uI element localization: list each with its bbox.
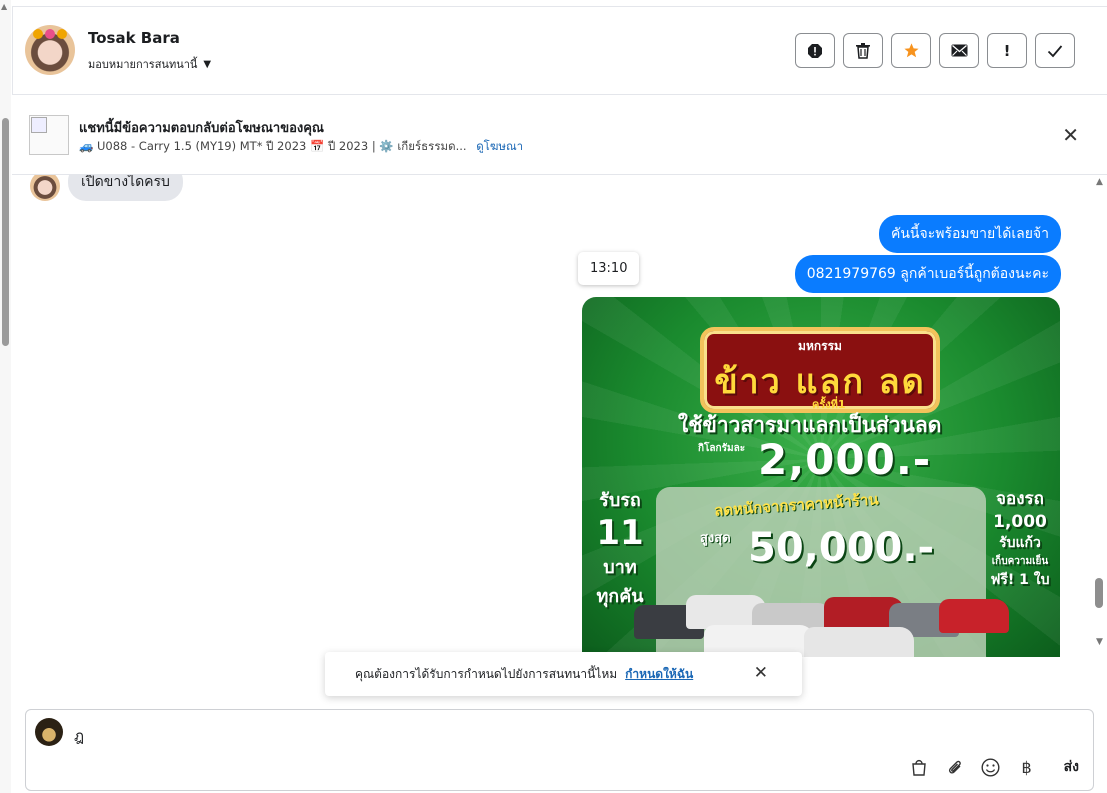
scroll-down-icon[interactable]: ▼ [1096,637,1103,647]
inbox-conversation-view: ▲ Tosak Bara มอบหมายการสนทนานี้ ▼ ! แชทน… [0,0,1107,793]
promo-image[interactable]: มหกรรม ข้าว แลก ลด ครั้งที่1 ใช้ข้าวสารม… [582,297,1060,657]
caret-down-icon: ▼ [203,58,212,70]
envelope-icon [951,44,967,57]
avatar [35,718,63,746]
thread-scrollbar[interactable]: ▲ ▼ [1093,175,1107,655]
outgoing-bubble[interactable]: 0821979769 ลูกค้าเบอร์นี้ถูกต้องนะคะ [794,255,1061,293]
message-composer: ฿ ส่ง [25,709,1094,791]
promo-left-text: รับรถ 11 บาท ทุกคัน [590,485,650,610]
promo-price-1: 2,000.- [758,435,932,484]
banner-title: แชทนี้มีข้อความตอบกลับต่อโฆษณาของคุณ [79,121,324,136]
conversation-header: Tosak Bara มอบหมายการสนทนานี้ ▼ ! [12,6,1107,95]
incoming-bubble[interactable]: เปิดขางไดครบ [68,175,183,201]
assign-to-me-link[interactable]: กำหนดให้ฉัน [625,665,693,684]
promo-per-kg: กิโลกรัมละ [698,443,746,454]
emoji-icon[interactable] [980,756,1002,778]
send-button[interactable]: ส่ง [1064,756,1079,778]
promo-left-line: บาท [603,557,637,578]
important-button[interactable]: ! [987,33,1027,68]
close-icon[interactable]: ✕ [1062,123,1079,147]
check-icon [1047,44,1063,57]
toast-text: คุณต้องการได้รับการกำหนดไปยังการสนทนานี้… [355,666,618,681]
promo-right-line: 1,000 [993,512,1047,532]
ad-reply-banner: แชทนี้มีข้อความตอบกลับต่อโฆษณาของคุณ 🚙 U… [12,95,1107,175]
message-thread[interactable]: เปิดขางไดครบ คันนี้จะพร้อมขายได้เลยจ้า 0… [12,175,1107,705]
promo-right-line: เก็บความเย็น [991,556,1049,567]
avatar[interactable] [25,25,75,75]
assign-toast: คุณต้องการได้รับการกำหนดไปยังการสนทนานี้… [325,652,802,696]
promo-price-2: 50,000.- [748,525,935,571]
avatar[interactable] [30,175,60,201]
outgoing-bubble[interactable]: คันนี้จะพร้อมขายได้เลยจ้า [878,215,1061,253]
done-button[interactable] [1035,33,1075,68]
contact-name[interactable]: Tosak Bara [88,29,180,47]
exclamation-icon: ! [1003,41,1011,60]
star-button[interactable] [891,33,931,68]
promo-right-text: จองรถ 1,000 รับแก้ว เก็บความเย็น ฟรี! 1 … [984,485,1056,591]
promo-upto: สูงสุด [700,531,731,546]
action-toolbar: ! [795,33,1075,68]
incoming-message: เปิดขางไดครบ [30,175,183,201]
banner-subtitle: 🚙 U088 - Carry 1.5 (MY19) MT* ปี 2023 📅 … [79,138,523,156]
trash-icon [856,42,870,59]
assign-label: มอบหมายการสนทนานี้ [88,58,198,71]
paperclip-icon[interactable] [944,756,966,778]
view-ad-link[interactable]: ดูโฆษณา [476,139,523,153]
scroll-up-icon[interactable]: ▲ [1,2,7,11]
promo-cars [634,595,1014,657]
composer-tools: ฿ ส่ง [908,756,1079,778]
promo-right-line: ฟรี! 1 ใบ [990,572,1050,588]
scrollbar-thumb[interactable] [2,118,9,346]
scrollbar-thumb[interactable] [1095,578,1103,608]
flag-button[interactable] [795,33,835,68]
baht-icon[interactable]: ฿ [1016,756,1038,778]
scroll-up-icon[interactable]: ▲ [1096,177,1103,187]
shopping-bag-icon[interactable] [908,756,930,778]
message-input[interactable] [74,724,974,748]
alert-octagon-icon [808,43,822,58]
mail-button[interactable] [939,33,979,68]
close-icon[interactable]: ✕ [754,663,768,683]
ad-thumbnail[interactable] [29,115,69,155]
promo-left-line: 11 [596,513,644,553]
promo-right-line: จองรถ [996,489,1044,509]
promo-right-line: รับแก้ว [999,535,1041,551]
ad-description: 🚙 U088 - Carry 1.5 (MY19) MT* ปี 2023 📅 … [79,139,467,153]
delete-button[interactable] [843,33,883,68]
assign-dropdown[interactable]: มอบหมายการสนทนานี้ ▼ [88,55,211,73]
page-scrollbar[interactable]: ▲ [0,0,11,793]
star-icon [903,43,919,58]
timestamp-tooltip: 13:10 [578,252,640,285]
promo-left-line: รับรถ [599,490,641,511]
